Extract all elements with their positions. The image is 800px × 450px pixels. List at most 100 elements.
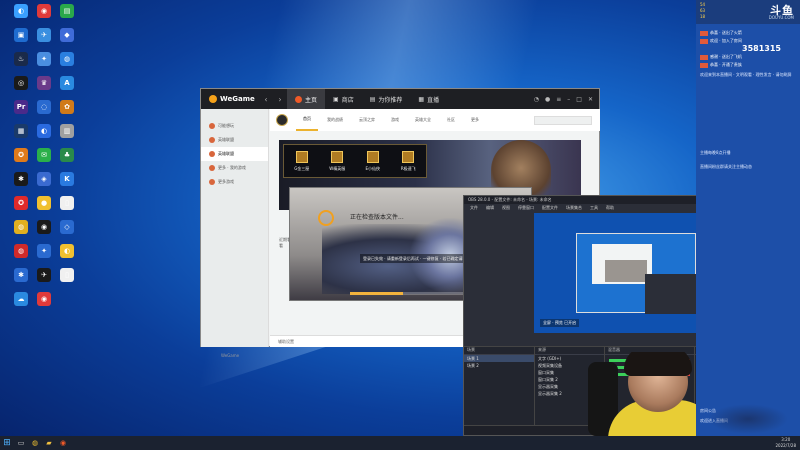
obs-menu-profile[interactable]: 配置文件 <box>542 205 558 211</box>
desktop-icon[interactable]: ✿ <box>54 100 80 126</box>
desktop-icon[interactable]: ◇ <box>54 220 80 246</box>
sidebar-dot-icon <box>209 179 215 185</box>
sidebar-item-label: 英雄联盟 <box>218 151 234 156</box>
minimize-icon[interactable]: – <box>567 96 570 103</box>
obs-menu-docks[interactable]: 停靠窗口 <box>518 205 534 211</box>
desktop-icon[interactable]: ▯ <box>54 196 80 222</box>
tab-recommend[interactable]: ▤ 为你推荐 <box>362 89 411 109</box>
game-tab-0[interactable]: 首页 <box>296 109 318 131</box>
tab-home-label: 主页 <box>305 96 318 104</box>
app-icon: ◍ <box>60 52 74 66</box>
recursive-desktop-preview <box>576 233 697 314</box>
stream-chat-panel: 54 63 18 斗鱼 DOUYU.COM 3581315 恭喜 · 送出了火箭… <box>696 0 800 436</box>
streamer-hair <box>624 352 692 376</box>
sidebar-dot-icon <box>209 123 215 129</box>
app-icon: ♨ <box>14 52 28 66</box>
obs-menu-scene-collection[interactable]: 场景集合 <box>566 205 582 211</box>
recommend-icon: ▤ <box>369 95 376 103</box>
wegame-brand: WeGame <box>220 95 255 103</box>
taskbar-clock[interactable]: 3:20 2022/7/28 <box>775 437 796 449</box>
gift-text: 恭喜 · 送出了火箭 <box>710 30 742 35</box>
chrome-taskbar-icon[interactable]: ◍ <box>28 436 42 450</box>
app-icon: ✱ <box>14 268 28 282</box>
task-view-icon[interactable]: ▭ <box>14 436 28 450</box>
sidebar-item-1[interactable]: 英雄联盟 <box>201 133 268 147</box>
desktop-icon[interactable]: ◐ <box>54 244 80 270</box>
maximize-icon[interactable]: □ <box>576 96 582 103</box>
gift-icon <box>700 62 708 68</box>
channel-logo-watermark <box>708 404 788 434</box>
scene-item[interactable]: 场景 1 <box>464 355 534 362</box>
desktop-icon[interactable]: ▤ <box>54 4 80 30</box>
gift-icon <box>700 54 708 60</box>
desktop-icon[interactable]: ◉ <box>31 292 57 318</box>
window-controls: ◔ ● ≡ – □ ✕ <box>534 96 599 103</box>
desktop-icon[interactable]: ◆ <box>54 28 80 54</box>
gift-line: 恭喜 · 送出了火箭 <box>700 30 742 36</box>
sidebar-item-2[interactable]: 英雄联盟 <box>201 147 268 161</box>
obs-menu-tools[interactable]: 工具 <box>590 205 598 211</box>
system-stats: 54 63 18 <box>700 2 705 20</box>
desktop-icon[interactable]: K <box>54 172 80 198</box>
mode-label: R极速飞 <box>400 165 416 171</box>
avatar[interactable]: ● <box>545 96 550 103</box>
sidebar-item-4[interactable]: 更多游戏 <box>201 175 268 189</box>
obs-menu-help[interactable]: 帮助 <box>606 205 614 211</box>
close-icon[interactable]: ✕ <box>588 96 593 103</box>
app-icon: ✪ <box>14 196 28 210</box>
sidebar-item-label: 更多游戏 <box>218 179 234 184</box>
desktop-icon[interactable]: ♣ <box>54 148 80 174</box>
tab-store[interactable]: ▣ 商店 <box>325 89 362 109</box>
sidebar-item-3[interactable]: 更多 · 我的游戏 <box>201 161 268 175</box>
game-tab-6[interactable]: 更多 <box>464 109 486 131</box>
wegame-taskbar-icon[interactable]: ◉ <box>56 436 70 450</box>
mode-icon <box>366 150 379 163</box>
settings-link[interactable]: 辅助设置 <box>278 339 294 345</box>
mode-button-1[interactable]: W精英服 <box>320 145 356 177</box>
gift-text: 恭喜 · 开通了贵族 <box>710 62 742 67</box>
game-tab-4[interactable]: 英雄大全 <box>408 109 438 131</box>
game-search-input[interactable] <box>534 115 592 125</box>
menu-icon[interactable]: ≡ <box>556 96 561 103</box>
bell-icon[interactable]: ◔ <box>534 96 539 103</box>
sidebar-item-label: 英雄联盟 <box>218 137 234 142</box>
sidebar-item-label: 可能想玩 <box>218 123 234 128</box>
sidebar-dot-icon <box>209 151 215 157</box>
app-icon: ♛ <box>37 76 51 90</box>
desktop-icon[interactable]: A <box>54 76 80 102</box>
mode-button-3[interactable]: R极速飞 <box>391 145 427 177</box>
app-icon: ▦ <box>14 124 28 138</box>
game-tab-2[interactable]: 云顶之弈 <box>352 109 382 131</box>
tab-home[interactable]: 主页 <box>287 89 326 109</box>
desktop-icon[interactable]: ▥ <box>54 124 80 150</box>
desktop-icon[interactable]: ▯ <box>54 268 80 294</box>
obs-menu-edit[interactable]: 编辑 <box>486 205 494 211</box>
mode-button-2[interactable]: E小仙侠 <box>355 145 391 177</box>
sidebar-item-label: 更多 · 我的游戏 <box>218 165 246 170</box>
game-tab-5[interactable]: 社区 <box>440 109 462 131</box>
wegame-logo-icon <box>209 95 217 103</box>
game-tab-3[interactable]: 游戏 <box>384 109 406 131</box>
obs-menu-view[interactable]: 视图 <box>502 205 510 211</box>
app-icon: ✈ <box>37 268 51 282</box>
mode-button-0[interactable]: G金三屋 <box>284 145 320 177</box>
scene-item[interactable]: 场景 2 <box>464 362 534 369</box>
obs-menu-file[interactable]: 文件 <box>470 205 478 211</box>
back-icon[interactable]: ‹ <box>259 95 273 104</box>
gpu-value: 63 <box>700 8 706 13</box>
sidebar-item-0[interactable]: 可能想玩 <box>201 119 268 133</box>
wegame-titlebar: WeGame ‹ › 主页 ▣ 商店 ▤ 为你推荐 ▦ 直播 ◔ ● ≡ – □ ✕ <box>201 89 599 109</box>
game-tab-1[interactable]: 我的战绩 <box>320 109 350 131</box>
fps-stat: 18 <box>700 14 705 20</box>
app-icon: ▯ <box>60 196 74 210</box>
mode-label: W精英服 <box>329 165 346 171</box>
windows-start-icon[interactable]: ⊞ <box>0 436 14 450</box>
folder-taskbar-icon[interactable]: ▰ <box>42 436 56 450</box>
forward-icon[interactable]: › <box>273 95 287 104</box>
app-icon: ◉ <box>37 220 51 234</box>
app-icon: ▣ <box>14 28 28 42</box>
mode-icon <box>331 150 344 163</box>
tab-live[interactable]: ▦ 直播 <box>410 89 447 109</box>
desktop-icon[interactable]: ◍ <box>54 52 80 78</box>
chat-top-bar: 54 63 18 斗鱼 DOUYU.COM <box>696 0 800 24</box>
